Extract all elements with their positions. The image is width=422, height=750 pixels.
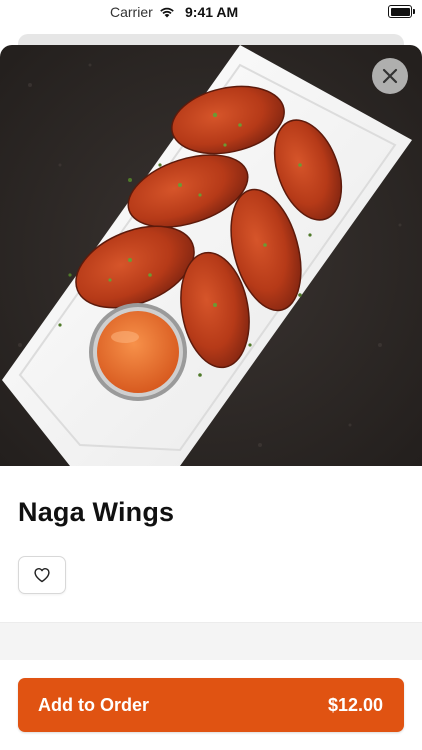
status-left: Carrier [110, 4, 175, 20]
add-to-order-label: Add to Order [38, 694, 149, 715]
status-bar: Carrier 9:41 AM [0, 0, 422, 24]
clock: 9:41 AM [185, 4, 239, 20]
carrier-label: Carrier [110, 4, 153, 20]
favorite-button[interactable] [18, 556, 66, 594]
close-icon [382, 68, 398, 84]
wifi-icon [159, 7, 174, 18]
section-divider [0, 622, 422, 660]
close-button[interactable] [372, 58, 408, 94]
price-label: $12.00 [327, 694, 383, 715]
heart-outline-icon [34, 567, 50, 583]
battery-icon [388, 5, 415, 18]
item-detail-sheet: Naga Wings Add to Order $12.00 [0, 45, 422, 750]
item-photo [0, 45, 422, 466]
add-to-order-button[interactable]: Add to Order $12.00 [18, 678, 404, 732]
item-title: Naga Wings [18, 497, 175, 527]
